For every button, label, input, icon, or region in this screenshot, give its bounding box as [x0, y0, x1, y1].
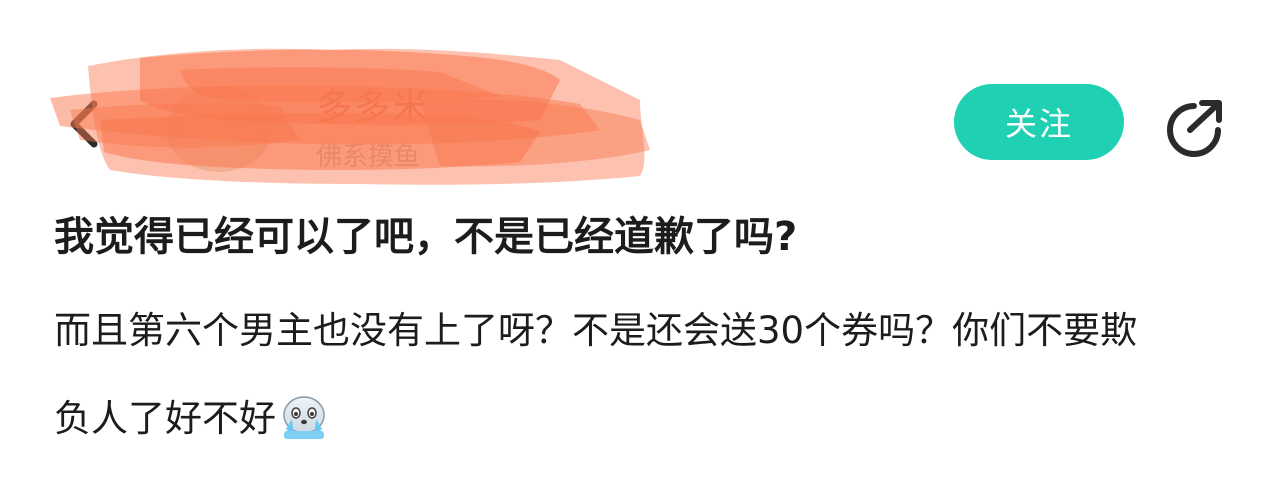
post-body-text: 而且第六个男主也没有上了呀？不是还会送30个券吗？你们不要欺负人了好不好 — [54, 309, 1138, 440]
post-body: 而且第六个男主也没有上了呀？不是还会送30个券吗？你们不要欺负人了好不好 — [54, 287, 1174, 463]
post-content: 我觉得已经可以了吧，不是已经道歉了吗? 而且第六个男主也没有上了呀？不是还会送3… — [54, 205, 1234, 463]
share-arrow-icon[interactable] — [1160, 96, 1228, 158]
back-chevron-icon[interactable] — [58, 92, 114, 156]
crying-seal-emoji-icon — [283, 396, 325, 439]
avatar[interactable] — [166, 86, 272, 172]
follow-button[interactable]: 关注 — [954, 84, 1124, 160]
user-subtitle: 佛系摸鱼 — [316, 142, 421, 172]
post-title: 我觉得已经可以了吧，不是已经道歉了吗? — [54, 214, 798, 260]
post-header: 多多米 佛系摸鱼 关注 — [0, 0, 1280, 200]
username[interactable]: 多多米 — [316, 78, 430, 130]
